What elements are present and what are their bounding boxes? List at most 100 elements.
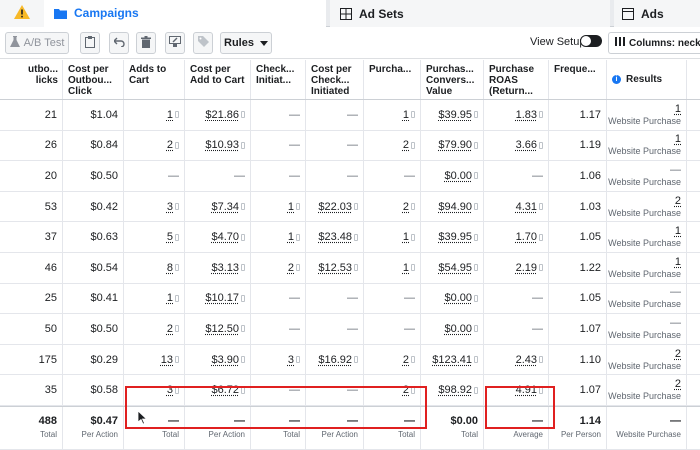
cell-value: 20 xyxy=(44,169,57,182)
total-atc: — Total xyxy=(124,407,185,449)
col-purchases[interactable]: Purcha... xyxy=(364,60,421,99)
tab-ads[interactable]: Ads xyxy=(614,0,700,27)
cell-value[interactable]: $98.92 xyxy=(438,384,472,396)
cell-value[interactable]: 1 xyxy=(167,292,173,304)
undo-button[interactable] xyxy=(109,32,129,54)
col-adds-to-cart[interactable]: Adds to Cart xyxy=(124,60,185,99)
table-row[interactable]: 175 $0.29 13 $3.90 3 $16.92 2 $123.41 2.43 1.10 2 W… xyxy=(0,344,700,376)
cell-value[interactable]: 4.91 xyxy=(516,384,537,396)
cell-value[interactable]: 1 xyxy=(403,109,409,121)
cell-value[interactable]: $123.41 xyxy=(432,354,472,366)
table-row[interactable]: 53 $0.42 3 $7.34 1 $22.03 2 $94.90 4.31 1.03 2 Webs… xyxy=(0,191,700,223)
cell-value[interactable]: 2.19 xyxy=(516,262,537,274)
cell-value[interactable]: $23.48 xyxy=(318,231,352,243)
cell-value[interactable]: 2 xyxy=(403,354,409,366)
col-checkouts-initiated[interactable]: Check... Initiat... xyxy=(251,60,306,99)
view-setup-toggle[interactable] xyxy=(580,35,602,47)
cell-value: 1.10 xyxy=(579,353,601,366)
cell-value[interactable]: 3 xyxy=(167,384,173,396)
cell-value[interactable]: 2 xyxy=(288,262,294,274)
cell-value[interactable]: $22.03 xyxy=(318,201,352,213)
results-value: 1 xyxy=(674,102,681,115)
tab-ad-sets[interactable]: Ad Sets xyxy=(330,0,610,27)
cell-value[interactable]: $0.00 xyxy=(444,292,472,304)
rules-dropdown[interactable]: Rules xyxy=(220,32,272,54)
cell-value[interactable]: $12.50 xyxy=(205,323,239,335)
ab-test-button[interactable]: A/B Test xyxy=(5,32,69,54)
cell-value[interactable]: $12.53 xyxy=(318,262,352,274)
cell-value[interactable]: 3 xyxy=(167,201,173,213)
cell-outbound: 35 xyxy=(0,375,63,405)
cell-value[interactable]: 2 xyxy=(403,384,409,396)
table-row[interactable]: 25 $0.41 1 $10.17— — — $0.00—1.05— Website Purc… xyxy=(0,283,700,315)
cell-value[interactable]: 8 xyxy=(167,262,173,274)
table-row[interactable]: 46 $0.54 8 $3.13 2 $12.53 1 $54.95 2.19 1.22 1 Webs… xyxy=(0,253,700,284)
cell-value[interactable]: 1.83 xyxy=(516,109,537,121)
cell-value[interactable]: 1 xyxy=(167,109,173,121)
cell-value[interactable]: $79.90 xyxy=(438,139,472,151)
cell-value[interactable]: $3.13 xyxy=(211,262,239,274)
cell-roas: — xyxy=(484,314,549,344)
columns-dropdown[interactable]: Columns: necklac xyxy=(608,32,700,54)
cell-value[interactable]: 5 xyxy=(167,231,173,243)
cell-value[interactable]: 2.43 xyxy=(516,354,537,366)
cell-value[interactable]: 2 xyxy=(167,139,173,151)
cell-value[interactable]: $4.70 xyxy=(211,231,239,243)
results-type: Website Purchase xyxy=(608,299,681,310)
cell-value[interactable]: $16.92 xyxy=(318,354,352,366)
tab-campaigns[interactable]: Campaigns xyxy=(44,0,326,28)
cell-value[interactable]: $39.95 xyxy=(438,109,472,121)
cell-value[interactable]: $10.93 xyxy=(205,139,239,151)
cell-freq: 1.10 xyxy=(549,344,607,375)
table-row[interactable]: 21 $1.04 1 $21.86— —1 $39.95 1.83 1.17 1 Website … xyxy=(0,100,700,131)
cell-value[interactable]: 1.70 xyxy=(516,231,537,243)
cell-value[interactable]: 2 xyxy=(403,139,409,151)
cell-results: 2 Website Purchase xyxy=(607,344,687,375)
col-results[interactable]: i Results xyxy=(607,60,687,99)
col-cost-per-add-to-cart[interactable]: Cost per Add to Cart xyxy=(185,60,251,99)
col-cost-per-outbound-click[interactable]: Cost per Outbou... Click xyxy=(63,60,124,99)
table-row[interactable]: 20 $0.50— — — — — $0.00—1.06— Website Purchase xyxy=(0,161,700,192)
cell-roas: — xyxy=(484,283,549,314)
cell-value[interactable]: $94.90 xyxy=(438,201,472,213)
cell-value[interactable]: $0.00 xyxy=(444,323,472,335)
cell-roas: 1.70 xyxy=(484,222,549,252)
cell-value[interactable]: 2 xyxy=(167,323,173,335)
col-purchase-roas[interactable]: Purchase ROAS (Return... xyxy=(484,60,549,99)
cell-value[interactable]: $3.90 xyxy=(211,354,239,366)
cell-value[interactable]: 3.66 xyxy=(516,139,537,151)
edit-button[interactable] xyxy=(165,32,185,54)
cell-value[interactable]: $0.00 xyxy=(444,170,472,182)
cell-cpc: $0.41 xyxy=(63,283,124,314)
cell-value[interactable]: 1 xyxy=(403,262,409,274)
cell-value[interactable]: $7.34 xyxy=(211,201,239,213)
warning-tab[interactable] xyxy=(0,0,44,27)
cell-value[interactable]: 1 xyxy=(288,201,294,213)
col-cost-per-checkout[interactable]: Cost per Check... Initiated xyxy=(306,60,364,99)
cell-value[interactable]: 4.31 xyxy=(516,201,537,213)
delete-button[interactable] xyxy=(136,32,156,54)
cell-value: 1.05 xyxy=(579,231,601,244)
table-row[interactable]: 37 $0.63 5 $4.70 1 $23.48 1 $39.95 1.70 1.05 1 Webs… xyxy=(0,222,700,253)
cell-value[interactable]: $6.72 xyxy=(211,384,239,396)
col-purchase-conversion-value[interactable]: Purchas... Convers... Value xyxy=(421,60,484,99)
cell-value[interactable]: 3 xyxy=(288,354,294,366)
cell-checkout: — xyxy=(251,100,306,130)
cell-value[interactable]: 1 xyxy=(403,231,409,243)
col-frequency[interactable]: Freque... xyxy=(549,60,607,99)
cell-value[interactable]: 1 xyxy=(288,231,294,243)
tag-button[interactable] xyxy=(193,32,213,54)
table-row[interactable]: 35 $0.58 3 $6.72— —2 $98.92 4.91 1.07 2 Website P… xyxy=(0,375,700,406)
cell-value[interactable]: $21.86 xyxy=(205,109,239,121)
cell-value[interactable]: $10.17 xyxy=(205,292,239,304)
table-row[interactable]: 26 $0.84 2 $10.93 — — 2 $79.90 3.66 1.19 1 Website … xyxy=(0,130,700,162)
cell-value: — xyxy=(404,322,415,335)
cell-value[interactable]: $39.95 xyxy=(438,231,472,243)
table-row[interactable]: 50 $0.50 2 $12.50— — — $0.00—1.07— Website Purc… xyxy=(0,314,700,345)
cell-value[interactable]: 13 xyxy=(161,354,173,366)
col-outbound-clicks[interactable]: utbo... licks xyxy=(0,60,63,99)
duplicate-button[interactable] xyxy=(80,32,100,54)
cell-value[interactable]: 2 xyxy=(403,201,409,213)
cell-value[interactable]: $54.95 xyxy=(438,262,472,274)
cell-value: — xyxy=(289,292,300,305)
